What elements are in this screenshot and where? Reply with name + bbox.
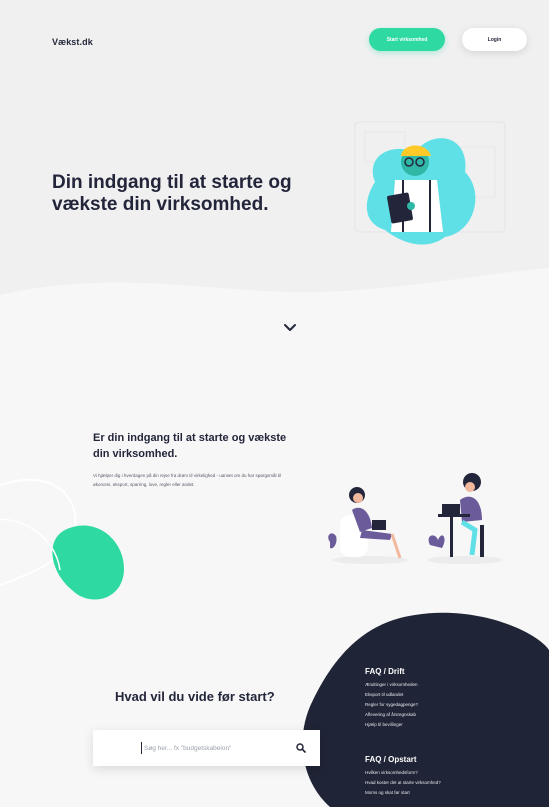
faq-opstart-title: FAQ / Opstart [365,755,417,764]
hero-wave-divider [0,268,549,320]
faq-drift-item[interactable]: Ændringer i virksomheden [365,680,418,690]
faq-drift-item[interactable]: Aflevering af årsregnskab [365,710,418,720]
start-business-button[interactable]: Start virksomhed [369,28,445,51]
site-logo[interactable]: Vækst.dk [52,37,93,47]
faq-drift-item[interactable]: Regler for sygedagpenge? [365,700,418,710]
faq-opstart-item[interactable]: Hvilken virksomhedsform? [365,768,441,778]
scroll-down-chevron-icon[interactable] [283,323,297,333]
intro-text: Vi hjælper dig i hverdagen på din rejse … [93,473,282,487]
faq-opstart-item[interactable]: Moms og skat før start [365,788,441,798]
faq-drift-item[interactable]: Hjælp til bevillinger [365,720,418,730]
faq-drift-title: FAQ / Drift [365,667,405,676]
faq-drift-item[interactable]: Eksport til udlandet [365,690,418,700]
faq-opstart-item[interactable]: Hvad koster det at starte virksomhed? [365,778,441,788]
women-with-laptops-illustration [328,473,503,564]
login-button[interactable]: Login [462,28,527,51]
search-box [93,730,320,766]
intro-title: Er din indgang til at starte og vækste d… [93,432,287,460]
hero-person-with-tablet-illustration [354,121,506,245]
faq-drift-section: FAQ / Drift Ændringer i virksomheden Eks… [365,667,418,730]
hero-title: Din indgang til at starte og vækste din … [52,172,292,215]
search-question-heading: Hvad vil du vide før start? [115,689,275,704]
faq-opstart-section: FAQ / Opstart Hvilken virksomhedsform? H… [365,755,441,798]
search-input[interactable] [141,742,279,754]
search-icon[interactable] [296,743,306,753]
